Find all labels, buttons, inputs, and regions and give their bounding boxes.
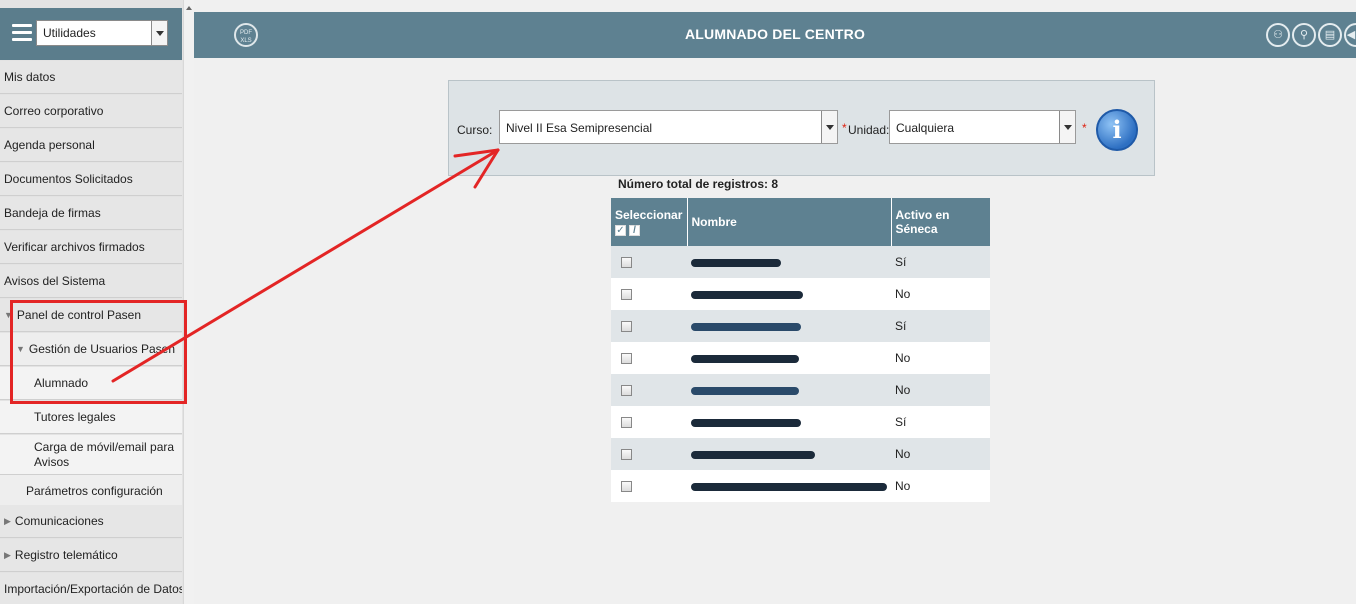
sidebar-top-bar: Utilidades bbox=[0, 8, 182, 60]
chevron-down-icon[interactable] bbox=[151, 21, 167, 45]
sidebar-item-label: Bandeja de firmas bbox=[4, 206, 101, 220]
column-header-active[interactable]: Activo en Séneca bbox=[891, 198, 990, 246]
page-title: ALUMNADO DEL CENTRO bbox=[684, 26, 866, 42]
column-header-select: Seleccionar ✓ / bbox=[611, 198, 688, 246]
redacted-name[interactable] bbox=[691, 290, 803, 299]
select-all-checkbox[interactable]: ✓ bbox=[615, 225, 626, 236]
sidebar-item-parametros[interactable]: Parámetros configuración bbox=[0, 475, 182, 508]
sidebar-item-label: Importación/Exportación de Datos bbox=[4, 582, 182, 596]
sidebar-item-label: Registro telemático bbox=[14, 548, 118, 562]
sidebar-item-verificar[interactable]: Verificar archivos firmados bbox=[0, 231, 182, 264]
row-checkbox[interactable] bbox=[621, 481, 632, 493]
module-select[interactable]: Utilidades bbox=[36, 20, 168, 46]
table-header-row: Seleccionar ✓ / Nombre Activo en Séneca bbox=[611, 198, 990, 246]
active-cell: Sí bbox=[891, 246, 990, 278]
redacted-name[interactable] bbox=[691, 322, 801, 331]
curso-select-value: Nivel II Esa Semipresencial bbox=[506, 121, 653, 135]
redacted-name[interactable] bbox=[691, 386, 799, 395]
table-row: Sí bbox=[611, 246, 990, 278]
active-cell: No bbox=[891, 278, 990, 310]
redacted-name[interactable] bbox=[691, 482, 887, 491]
filter-panel: Curso: Nivel II Esa Semipresencial * Uni… bbox=[448, 80, 1155, 176]
unidad-select[interactable]: Cualquiera bbox=[889, 110, 1076, 144]
curso-select[interactable]: Nivel II Esa Semipresencial bbox=[499, 110, 838, 144]
hamburger-menu-icon[interactable] bbox=[12, 24, 32, 42]
sidebar-item-importacion[interactable]: Importación/Exportación de Datos bbox=[0, 573, 182, 604]
row-checkbox[interactable] bbox=[621, 289, 632, 301]
sidebar-item-label: Agenda personal bbox=[4, 138, 95, 152]
sidebar-item-registro[interactable]: ▶ Registro telemático bbox=[0, 539, 182, 572]
sidebar-item-documentos[interactable]: Documentos Solicitados bbox=[0, 163, 182, 196]
sidebar-item-label: Tutores legales bbox=[34, 410, 116, 424]
sidebar-item-carga-movil[interactable]: Carga de móvil/email para Avisos bbox=[0, 435, 182, 475]
active-cell: No bbox=[891, 374, 990, 406]
sidebar-item-label: Parámetros configuración bbox=[26, 484, 163, 498]
table-row: No bbox=[611, 470, 990, 502]
redacted-name[interactable] bbox=[691, 258, 781, 267]
row-checkbox[interactable] bbox=[621, 417, 632, 429]
redacted-name[interactable] bbox=[691, 418, 801, 427]
active-cell: No bbox=[891, 470, 990, 502]
sidebar-item-agenda[interactable]: Agenda personal bbox=[0, 129, 182, 162]
sidebar-item-mis-datos[interactable]: Mis datos bbox=[0, 61, 182, 94]
sidebar-item-comunicaciones[interactable]: ▶ Comunicaciones bbox=[0, 505, 182, 538]
back-icon[interactable]: ◀ bbox=[1344, 23, 1356, 47]
triangle-right-icon: ▶ bbox=[4, 549, 11, 560]
chevron-down-icon[interactable] bbox=[1059, 111, 1075, 143]
triangle-right-icon: ▶ bbox=[4, 515, 11, 526]
chevron-down-icon[interactable] bbox=[821, 111, 837, 143]
row-checkbox[interactable] bbox=[621, 257, 632, 269]
info-icon[interactable]: i bbox=[1096, 109, 1138, 151]
column-header-name[interactable]: Nombre bbox=[687, 198, 892, 246]
table-row: No bbox=[611, 342, 990, 374]
sidebar-item-correo[interactable]: Correo corporativo bbox=[0, 95, 182, 128]
row-checkbox[interactable] bbox=[621, 353, 632, 365]
table-row: Sí bbox=[611, 310, 990, 342]
row-checkbox[interactable] bbox=[621, 385, 632, 397]
sidebar-item-label: Comunicaciones bbox=[14, 514, 104, 528]
module-select-value: Utilidades bbox=[43, 26, 96, 40]
redacted-name[interactable] bbox=[691, 354, 799, 363]
sidebar-item-label: Mis datos bbox=[4, 70, 56, 84]
unidad-select-value: Cualquiera bbox=[896, 121, 955, 135]
sidebar-item-bandeja-firmas[interactable]: Bandeja de firmas bbox=[0, 197, 182, 230]
curso-label: Curso: bbox=[457, 123, 493, 137]
scroll-up-icon[interactable] bbox=[186, 6, 192, 10]
sidebar-item-label: Correo corporativo bbox=[4, 104, 104, 118]
table-row: Sí bbox=[611, 406, 990, 438]
sidebar-item-label: Carga de móvil/email para Avisos bbox=[34, 439, 175, 469]
table-row: No bbox=[611, 438, 990, 470]
sidebar-item-label: Avisos del Sistema bbox=[4, 274, 106, 288]
column-header-label: Seleccionar bbox=[615, 208, 683, 222]
active-cell: Sí bbox=[891, 406, 990, 438]
table-row: No bbox=[611, 374, 990, 406]
row-checkbox[interactable] bbox=[621, 321, 632, 333]
active-cell: Sí bbox=[891, 310, 990, 342]
table-row: No bbox=[611, 278, 990, 310]
page-header: PDF XLS ALUMNADO DEL CENTRO ⚇ ⚲ ▤ ◀ bbox=[194, 12, 1356, 58]
sidebar-item-avisos[interactable]: Avisos del Sistema bbox=[0, 265, 182, 298]
students-table: Seleccionar ✓ / Nombre Activo en Séneca S… bbox=[611, 198, 990, 502]
sidebar-item-label: Documentos Solicitados bbox=[4, 172, 133, 186]
document-icon[interactable]: ▤ bbox=[1318, 23, 1342, 47]
annotation-highlight-box bbox=[10, 300, 187, 404]
row-checkbox[interactable] bbox=[621, 449, 632, 461]
deselect-all-checkbox[interactable]: / bbox=[629, 225, 640, 236]
sidebar-item-tutores[interactable]: Tutores legales bbox=[0, 401, 182, 434]
search-user-icon[interactable]: ⚲ bbox=[1292, 23, 1316, 47]
required-mark: * bbox=[842, 121, 847, 135]
active-cell: No bbox=[891, 342, 990, 374]
required-mark: * bbox=[1082, 121, 1087, 135]
sidebar-item-label: Verificar archivos firmados bbox=[4, 240, 145, 254]
unidad-label: Unidad: bbox=[848, 123, 890, 137]
redacted-name[interactable] bbox=[691, 450, 815, 459]
active-cell: No bbox=[891, 438, 990, 470]
users-icon[interactable]: ⚇ bbox=[1266, 23, 1290, 47]
app-window: Utilidades Mis datos Correo corporativo … bbox=[0, 0, 1356, 604]
records-total: Número total de registros: 8 bbox=[618, 177, 779, 191]
